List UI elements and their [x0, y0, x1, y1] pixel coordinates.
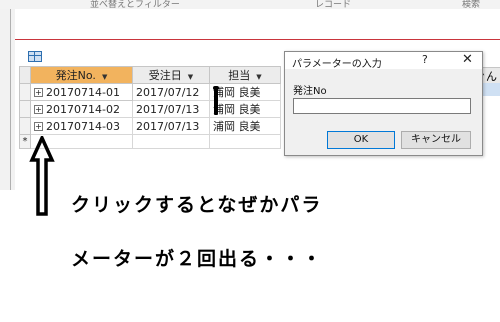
empty-cell[interactable]	[132, 134, 210, 149]
dialog-titlebar: パラメーターの入力 ? ✕	[285, 52, 482, 70]
expand-icon[interactable]: +	[34, 122, 43, 131]
table-row[interactable]: +20170714-02 2017/07/13 浦岡 良美	[19, 100, 281, 118]
order-no-cell[interactable]: +20170714-01	[30, 83, 133, 101]
parameter-dialog: パラメーターの入力 ? ✕ 発注No OK キャンセル	[284, 51, 483, 156]
column-header-label: 発注No.	[55, 69, 96, 82]
row-selector[interactable]	[19, 100, 31, 118]
navigation-pane-edge	[0, 9, 16, 190]
close-icon[interactable]: ✕	[462, 52, 473, 67]
help-icon[interactable]: ?	[422, 53, 428, 66]
dropdown-arrow-icon[interactable]: ▼	[256, 73, 261, 81]
order-no-cell[interactable]: +20170714-03	[30, 117, 133, 135]
staff-cell[interactable]: 浦岡 良美	[209, 100, 281, 118]
expand-icon[interactable]: +	[34, 105, 43, 114]
header-row: 発注No. ▼ 受注日 ▼ 担当 ▼	[19, 66, 281, 84]
caption-line-1: クリックするとなぜかパラ	[71, 194, 323, 216]
new-record-row[interactable]: *	[19, 134, 281, 149]
dropdown-arrow-icon[interactable]: ▼	[102, 73, 107, 81]
parameter-prompt: 発注No	[293, 86, 327, 97]
ok-button[interactable]: OK	[327, 131, 395, 149]
document-tab-line	[15, 39, 500, 40]
table-row[interactable]: +20170714-01 2017/07/12 浦岡 良美	[19, 83, 281, 101]
cancel-button[interactable]: キャンセル	[401, 131, 471, 149]
staff-cell[interactable]: 浦岡 良美	[209, 83, 281, 101]
cell-text: 20170714-02	[46, 102, 120, 116]
caption-line-2: メーターが２回出る・・・	[71, 248, 324, 270]
column-header-staff[interactable]: 担当 ▼	[209, 66, 281, 84]
date-cell[interactable]: 2017/07/13	[132, 100, 210, 118]
select-all-corner[interactable]	[19, 66, 31, 84]
table-icon	[28, 51, 42, 62]
date-cell[interactable]: 2017/07/12	[132, 83, 210, 101]
column-header-label: 受注日	[148, 69, 182, 82]
expand-icon[interactable]: +	[34, 88, 43, 97]
column-header-order-no[interactable]: 発注No. ▼	[30, 66, 133, 84]
up-arrow-icon	[29, 136, 55, 216]
text-cursor-icon	[214, 88, 218, 115]
datasheet-table: 発注No. ▼ 受注日 ▼ 担当 ▼ +20170714-01 2017/07/12 …	[19, 66, 281, 149]
parameter-input[interactable]	[293, 98, 471, 114]
row-selector[interactable]	[19, 83, 31, 101]
row-selector[interactable]	[19, 117, 31, 135]
dialog-title: パラメーターの入力	[292, 59, 382, 70]
cell-text: 20170714-01	[46, 85, 120, 99]
cell-text: 20170714-03	[46, 119, 120, 133]
date-cell[interactable]: 2017/07/13	[132, 117, 210, 135]
table-row[interactable]: +20170714-03 2017/07/13 浦岡 良美	[19, 117, 281, 135]
staff-cell[interactable]: 浦岡 良美	[209, 117, 281, 135]
empty-cell[interactable]	[209, 134, 281, 149]
column-header-date[interactable]: 受注日 ▼	[132, 66, 210, 84]
dropdown-arrow-icon[interactable]: ▼	[188, 73, 193, 81]
order-no-cell[interactable]: +20170714-02	[30, 100, 133, 118]
column-header-label: 担当	[228, 69, 251, 82]
